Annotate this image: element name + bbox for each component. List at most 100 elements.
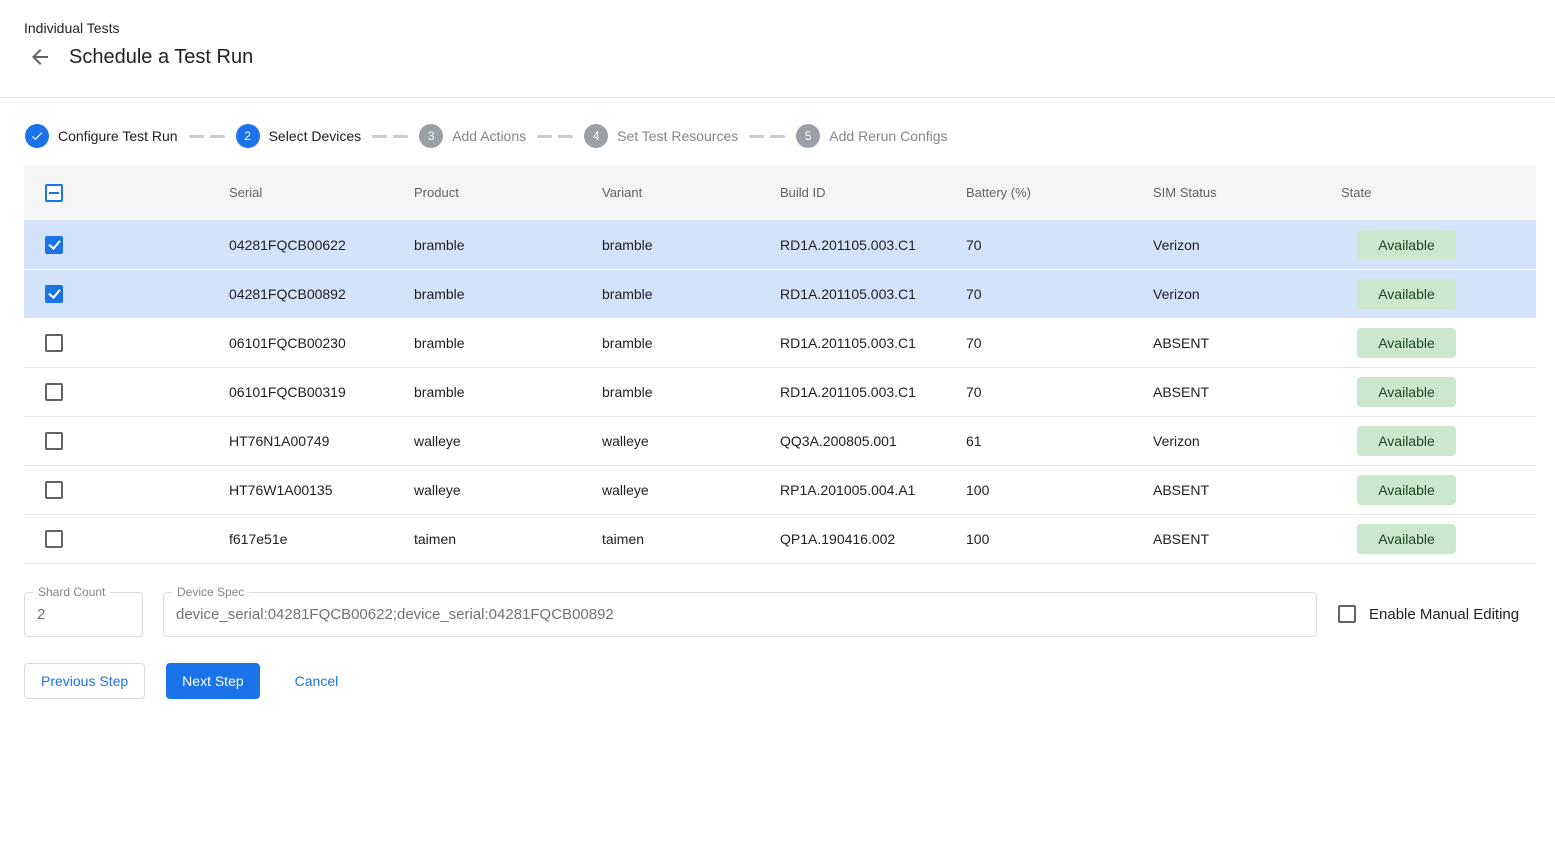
- state-badge: Available: [1357, 230, 1456, 260]
- variant-cell: bramble: [602, 269, 780, 318]
- state-badge: Available: [1357, 328, 1456, 358]
- build-id-cell: RP1A.201005.004.A1: [780, 465, 966, 514]
- shard-count-field[interactable]: Shard Count: [24, 592, 143, 637]
- shard-count-label: Shard Count: [33, 585, 110, 599]
- serial-cell: 04281FQCB00892: [229, 269, 414, 318]
- state-badge: Available: [1357, 524, 1456, 554]
- sim-status-cell: ABSENT: [1153, 514, 1341, 563]
- product-cell: bramble: [414, 367, 602, 416]
- step-configure-test-run[interactable]: Configure Test Run: [25, 124, 178, 148]
- step-number: 2: [236, 124, 260, 148]
- column-header-state: State: [1341, 166, 1536, 220]
- device-spec-label: Device Spec: [172, 585, 249, 599]
- sim-status-cell: Verizon: [1153, 220, 1341, 269]
- build-id-cell: QQ3A.200805.001: [780, 416, 966, 465]
- serial-cell: HT76W1A00135: [229, 465, 414, 514]
- row-checkbox[interactable]: [45, 236, 63, 254]
- page-header: Individual Tests Schedule a Test Run: [0, 0, 1555, 98]
- build-id-cell: RD1A.201105.003.C1: [780, 367, 966, 416]
- battery-cell: 70: [966, 367, 1153, 416]
- device-row[interactable]: 04281FQCB00622 bramble bramble RD1A.2011…: [24, 220, 1536, 269]
- battery-cell: 100: [966, 514, 1153, 563]
- build-id-cell: QP1A.190416.002: [780, 514, 966, 563]
- row-checkbox[interactable]: [45, 481, 63, 499]
- row-checkbox[interactable]: [45, 334, 63, 352]
- row-checkbox[interactable]: [45, 285, 63, 303]
- step-label: Select Devices: [269, 128, 362, 144]
- battery-cell: 70: [966, 220, 1153, 269]
- column-header-serial: Serial: [229, 166, 414, 220]
- device-spec-field[interactable]: Device Spec: [163, 592, 1317, 637]
- step-label: Add Actions: [452, 128, 526, 144]
- arrow-back-icon: [28, 45, 52, 69]
- back-button[interactable]: [28, 45, 52, 69]
- variant-cell: bramble: [602, 220, 780, 269]
- device-row[interactable]: 06101FQCB00230 bramble bramble RD1A.2011…: [24, 318, 1536, 367]
- device-row[interactable]: f617e51e taimen taimen QP1A.190416.002 1…: [24, 514, 1536, 563]
- column-header-product: Product: [414, 166, 602, 220]
- previous-step-button[interactable]: Previous Step: [24, 663, 145, 699]
- step-set-test-resources[interactable]: 4 Set Test Resources: [584, 124, 738, 148]
- enable-manual-editing-label: Enable Manual Editing: [1369, 606, 1519, 623]
- sim-status-cell: Verizon: [1153, 416, 1341, 465]
- battery-cell: 70: [966, 318, 1153, 367]
- product-cell: bramble: [414, 318, 602, 367]
- shard-and-spec-row: Shard Count Device Spec Enable Manual Ed…: [24, 592, 1531, 637]
- variant-cell: walleye: [602, 416, 780, 465]
- device-row[interactable]: HT76N1A00749 walleye walleye QQ3A.200805…: [24, 416, 1536, 465]
- select-all-checkbox[interactable]: [45, 184, 63, 202]
- variant-cell: bramble: [602, 367, 780, 416]
- build-id-cell: RD1A.201105.003.C1: [780, 269, 966, 318]
- serial-cell: HT76N1A00749: [229, 416, 414, 465]
- row-checkbox[interactable]: [45, 383, 63, 401]
- product-cell: walleye: [414, 465, 602, 514]
- stepper: Configure Test Run 2 Select Devices 3 Ad…: [24, 124, 1531, 148]
- column-header-sim-status: SIM Status: [1153, 166, 1341, 220]
- row-checkbox[interactable]: [45, 432, 63, 450]
- product-cell: taimen: [414, 514, 602, 563]
- action-buttons: Previous Step Next Step Cancel: [24, 663, 1531, 699]
- device-row[interactable]: HT76W1A00135 walleye walleye RP1A.201005…: [24, 465, 1536, 514]
- device-table: Serial Product Variant Build ID Battery …: [24, 166, 1531, 564]
- battery-cell: 70: [966, 269, 1153, 318]
- step-add-rerun-configs[interactable]: 5 Add Rerun Configs: [796, 124, 947, 148]
- step-connector: [372, 135, 408, 138]
- enable-manual-editing[interactable]: Enable Manual Editing: [1338, 605, 1519, 623]
- breadcrumb: Individual Tests: [24, 20, 1531, 36]
- step-circle-completed: [25, 124, 49, 148]
- cancel-button[interactable]: Cancel: [279, 663, 355, 699]
- step-number: 5: [796, 124, 820, 148]
- column-header-variant: Variant: [602, 166, 780, 220]
- device-row[interactable]: 04281FQCB00892 bramble bramble RD1A.2011…: [24, 269, 1536, 318]
- device-row[interactable]: 06101FQCB00319 bramble bramble RD1A.2011…: [24, 367, 1536, 416]
- state-badge: Available: [1357, 426, 1456, 456]
- step-select-devices[interactable]: 2 Select Devices: [236, 124, 362, 148]
- next-step-button[interactable]: Next Step: [166, 663, 259, 699]
- device-spec-input[interactable]: [164, 606, 1316, 623]
- step-add-actions[interactable]: 3 Add Actions: [419, 124, 526, 148]
- shard-count-input[interactable]: [25, 606, 142, 623]
- variant-cell: bramble: [602, 318, 780, 367]
- page-title: Schedule a Test Run: [69, 46, 253, 69]
- build-id-cell: RD1A.201105.003.C1: [780, 220, 966, 269]
- battery-cell: 61: [966, 416, 1153, 465]
- sim-status-cell: Verizon: [1153, 269, 1341, 318]
- serial-cell: 04281FQCB00622: [229, 220, 414, 269]
- step-connector: [749, 135, 785, 138]
- row-checkbox[interactable]: [45, 530, 63, 548]
- build-id-cell: RD1A.201105.003.C1: [780, 318, 966, 367]
- sim-status-cell: ABSENT: [1153, 318, 1341, 367]
- sim-status-cell: ABSENT: [1153, 465, 1341, 514]
- product-cell: walleye: [414, 416, 602, 465]
- column-header-battery: Battery (%): [966, 166, 1153, 220]
- serial-cell: 06101FQCB00319: [229, 367, 414, 416]
- check-icon: [30, 129, 44, 143]
- state-badge: Available: [1357, 377, 1456, 407]
- serial-cell: 06101FQCB00230: [229, 318, 414, 367]
- product-cell: bramble: [414, 220, 602, 269]
- enable-manual-editing-checkbox[interactable]: [1338, 605, 1356, 623]
- column-header-build-id: Build ID: [780, 166, 966, 220]
- step-label: Set Test Resources: [617, 128, 738, 144]
- variant-cell: walleye: [602, 465, 780, 514]
- step-label: Add Rerun Configs: [829, 128, 947, 144]
